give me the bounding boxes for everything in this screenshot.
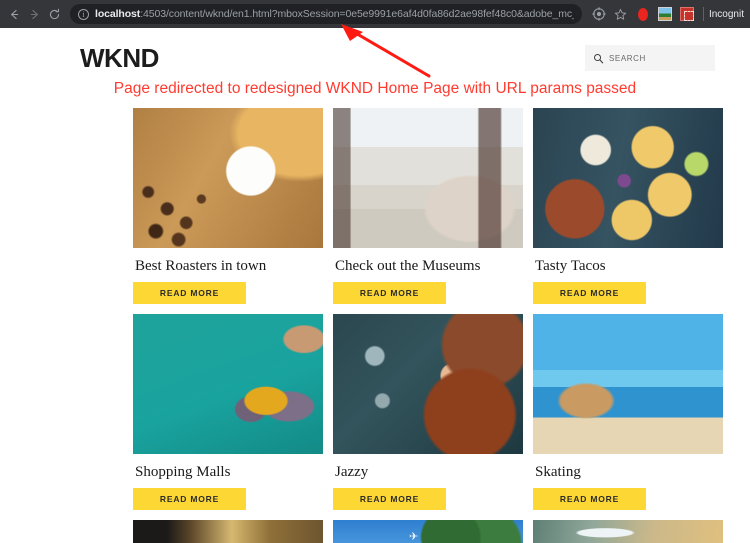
- forward-arrow-icon: [24, 4, 44, 24]
- card-image-beach[interactable]: [533, 314, 723, 454]
- card-image-coffee[interactable]: [133, 108, 323, 248]
- toolbar-actions: Incognit: [588, 6, 746, 22]
- info-circle-icon[interactable]: i: [78, 8, 89, 20]
- card-title: Check out the Museums: [335, 258, 481, 274]
- card-image-shopping[interactable]: [133, 314, 323, 454]
- card-image-dark-golden[interactable]: [133, 520, 323, 543]
- list-item[interactable]: Skating READ MORE: [533, 314, 723, 510]
- airplane-icon: ✈: [409, 530, 419, 543]
- list-item[interactable]: Best Roasters in town READ MORE: [133, 108, 323, 304]
- url-host: localhost: [95, 8, 141, 20]
- target-extension-icon[interactable]: [591, 6, 607, 22]
- site-header: WKND SEARCH: [0, 28, 750, 78]
- page-content: WKND SEARCH Page redirected to redesigne…: [0, 28, 750, 543]
- opera-extension-icon[interactable]: [635, 6, 651, 22]
- card-title: Jazzy: [335, 464, 369, 480]
- search-icon: [594, 53, 604, 63]
- image-extension-icon[interactable]: [657, 6, 673, 22]
- card-image-airplane[interactable]: ✈: [333, 520, 523, 543]
- card-image-museum[interactable]: [333, 108, 523, 248]
- read-more-button[interactable]: READ MORE: [333, 282, 446, 304]
- read-more-button[interactable]: READ MORE: [333, 488, 446, 510]
- address-bar[interactable]: i localhost:4503/content/wknd/en1.html?m…: [70, 4, 582, 24]
- list-item[interactable]: Tasty Tacos READ MORE: [533, 108, 723, 304]
- list-item[interactable]: Check out the Museums READ MORE: [333, 108, 523, 304]
- redirect-annotation-text: Page redirected to redesigned WKND Home …: [113, 80, 637, 97]
- card-title: Best Roasters in town: [135, 258, 267, 274]
- read-more-button[interactable]: READ MORE: [133, 282, 246, 304]
- bookmark-star-icon[interactable]: [613, 6, 629, 22]
- list-item[interactable]: [533, 520, 723, 543]
- search-input[interactable]: SEARCH: [585, 45, 715, 71]
- card-image-tacos[interactable]: [533, 108, 723, 248]
- read-more-button[interactable]: READ MORE: [133, 488, 246, 510]
- back-arrow-icon[interactable]: [4, 4, 24, 24]
- card-title: Skating: [535, 464, 581, 480]
- card-title: Tasty Tacos: [535, 258, 606, 274]
- url-path: :4503/content/wknd/en1.html?mboxSession=…: [140, 8, 574, 20]
- list-item[interactable]: Shopping Malls READ MORE: [133, 314, 323, 510]
- reload-icon[interactable]: [44, 4, 64, 24]
- card-title: Shopping Malls: [135, 464, 231, 480]
- card-grid: Best Roasters in town READ MORE Check ou…: [0, 108, 750, 543]
- list-item[interactable]: [133, 520, 323, 543]
- url-text: localhost:4503/content/wknd/en1.html?mbo…: [95, 8, 574, 20]
- search-placeholder: SEARCH: [609, 53, 646, 63]
- adobe-extension-icon[interactable]: [679, 6, 695, 22]
- read-more-button[interactable]: READ MORE: [533, 282, 646, 304]
- page-title: WKND: [80, 42, 159, 73]
- incognito-label: Incognit: [708, 8, 744, 20]
- card-image-wave[interactable]: [533, 520, 723, 543]
- toolbar-divider: [702, 7, 704, 21]
- read-more-button[interactable]: READ MORE: [533, 488, 646, 510]
- browser-toolbar: i localhost:4503/content/wknd/en1.html?m…: [0, 0, 750, 28]
- list-item[interactable]: Jazzy READ MORE: [333, 314, 523, 510]
- list-item[interactable]: ✈: [333, 520, 523, 543]
- card-image-guitar[interactable]: [333, 314, 523, 454]
